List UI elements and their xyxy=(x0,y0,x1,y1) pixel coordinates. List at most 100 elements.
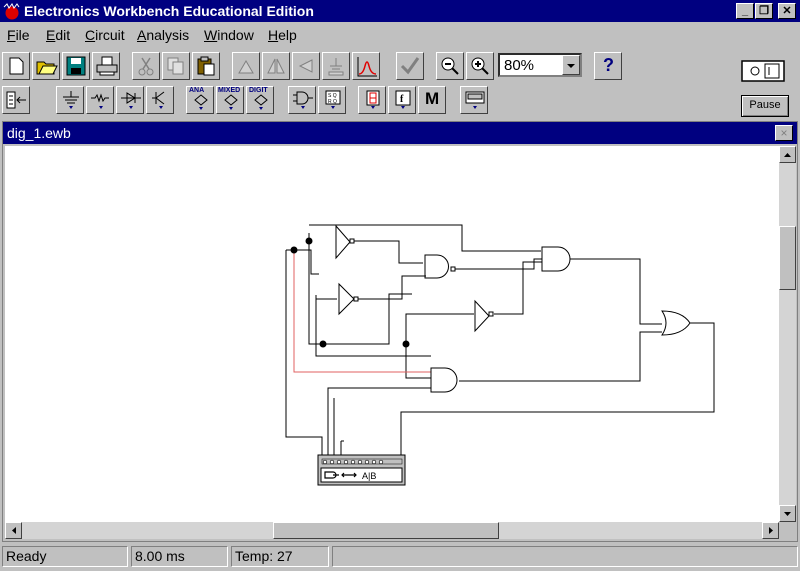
favorites-bin-button[interactable] xyxy=(2,86,30,114)
paste-button[interactable] xyxy=(192,52,220,80)
window-title: Electronics Workbench Educational Editio… xyxy=(24,3,314,19)
minimize-button[interactable]: _ xyxy=(736,3,754,19)
wire-b-bus xyxy=(308,233,412,345)
scroll-down-button[interactable] xyxy=(779,505,796,522)
flip-flop-icon: S QR Q xyxy=(325,90,341,109)
menu-bar: File Edit Circuit Analysis Window Help xyxy=(0,24,800,46)
vertical-scrollbar[interactable] xyxy=(779,146,796,522)
instrument-icon xyxy=(465,91,485,109)
wire-and3-in-bottom xyxy=(327,387,431,456)
horizontal-scrollbar[interactable] xyxy=(5,522,779,539)
wire-not2-in xyxy=(315,298,337,322)
component-properties-button[interactable] xyxy=(322,52,350,80)
scissors-icon xyxy=(138,57,154,76)
zoom-out-icon xyxy=(441,57,459,75)
miscellaneous-bin-button[interactable]: M xyxy=(418,86,446,114)
save-button[interactable] xyxy=(62,52,90,80)
vertical-scroll-thumb[interactable] xyxy=(779,226,796,290)
sources-bin-button[interactable] xyxy=(56,86,84,114)
wire-or-output xyxy=(400,322,715,456)
circuit-schematic[interactable]: A|B xyxy=(5,146,779,522)
mixed-chip-icon xyxy=(224,94,238,110)
and-gate-1 xyxy=(424,254,449,279)
instrument-label: A|B xyxy=(362,471,376,481)
rotate-button[interactable] xyxy=(232,52,260,80)
floppy-disk-icon xyxy=(66,56,86,76)
open-folder-icon xyxy=(36,61,58,75)
scroll-right-button[interactable] xyxy=(762,522,779,539)
open-button[interactable] xyxy=(32,52,60,80)
zoom-dropdown-button[interactable] xyxy=(562,55,580,75)
flip-vertical-button[interactable] xyxy=(292,52,320,80)
close-button[interactable]: ✕ xyxy=(778,3,796,19)
power-switch[interactable] xyxy=(741,60,785,82)
basic-bin-button[interactable] xyxy=(86,86,114,114)
indicators-bin-button[interactable] xyxy=(358,86,386,114)
wire-red xyxy=(293,250,431,373)
restore-button[interactable]: ❐ xyxy=(755,3,773,19)
status-time: 8.00 ms xyxy=(131,546,228,567)
wire-color-button[interactable] xyxy=(396,52,424,80)
menu-file[interactable]: File xyxy=(7,27,30,43)
document-close-button[interactable]: × xyxy=(775,125,793,141)
svg-text:R Q: R Q xyxy=(328,99,337,105)
zoom-select[interactable]: 80% xyxy=(498,53,582,77)
zoom-out-button[interactable] xyxy=(436,52,464,80)
create-subcircuit-button[interactable] xyxy=(352,52,380,80)
resistor-icon xyxy=(91,93,109,109)
menu-help[interactable]: Help xyxy=(268,27,297,43)
analog-ics-bin-button[interactable]: ANA xyxy=(186,86,214,114)
and-gate-icon xyxy=(293,91,313,109)
circuit-canvas[interactable]: A|B xyxy=(5,146,779,522)
menu-analysis[interactable]: Analysis xyxy=(137,27,189,43)
menu-circuit[interactable]: Circuit xyxy=(85,27,125,43)
component-properties-icon xyxy=(328,58,344,76)
menu-window[interactable]: Window xyxy=(204,27,254,43)
wire-and3-in-top xyxy=(405,344,431,379)
power-switch-icon xyxy=(741,60,785,82)
wire-input-a xyxy=(286,224,541,275)
pause-button[interactable]: Pause xyxy=(741,95,789,117)
flip-horizontal-button[interactable] xyxy=(262,52,290,80)
transistors-bin-button[interactable] xyxy=(146,86,174,114)
logic-gates-bin-button[interactable] xyxy=(288,86,316,114)
not-gate-1 xyxy=(335,224,351,260)
mixed-ics-bin-button[interactable]: MIXED xyxy=(216,86,244,114)
analog-chip-icon xyxy=(194,94,208,110)
misc-label: M xyxy=(425,89,440,108)
instruments-bin-button[interactable] xyxy=(460,86,488,114)
arrow-left-icon xyxy=(12,527,16,534)
ewb-app-icon[interactable] xyxy=(3,3,21,20)
graph-icon xyxy=(357,57,377,77)
logic-converter-instrument: A|B xyxy=(317,454,406,486)
print-button[interactable] xyxy=(92,52,120,80)
digital-ics-bin-button[interactable]: DIGIT xyxy=(246,86,274,114)
diodes-bin-button[interactable] xyxy=(116,86,144,114)
wire-and1-to-and2 xyxy=(451,258,542,270)
scroll-corner xyxy=(779,522,796,539)
zoom-in-button[interactable] xyxy=(466,52,494,80)
cut-button[interactable] xyxy=(132,52,160,80)
wire-color-icon xyxy=(400,57,420,75)
copy-button[interactable] xyxy=(162,52,190,80)
help-button[interactable]: ? xyxy=(594,52,622,80)
help-label: ? xyxy=(603,55,614,75)
wire-not1-to-and1 xyxy=(353,240,423,264)
status-bar: Ready 8.00 ms Temp: 27 xyxy=(0,544,800,571)
new-button[interactable] xyxy=(2,52,30,80)
document-title: dig_1.ewb xyxy=(7,125,71,141)
diode-icon xyxy=(121,92,141,109)
status-message xyxy=(332,546,798,567)
scroll-up-button[interactable] xyxy=(779,146,796,163)
arrow-up-icon xyxy=(784,153,791,157)
scroll-left-button[interactable] xyxy=(5,522,22,539)
digital-bin-button[interactable]: S QR Q xyxy=(318,86,346,114)
controls-bin-button[interactable]: f xyxy=(388,86,416,114)
menu-edit[interactable]: Edit xyxy=(46,27,70,43)
zoom-value: 80% xyxy=(504,57,535,74)
horizontal-scroll-thumb[interactable] xyxy=(273,522,499,539)
junction-1 xyxy=(305,237,313,245)
title-bar: Electronics Workbench Educational Editio… xyxy=(0,0,800,22)
wire-not3-in xyxy=(405,313,474,344)
wire-and3-to-or xyxy=(459,331,662,382)
